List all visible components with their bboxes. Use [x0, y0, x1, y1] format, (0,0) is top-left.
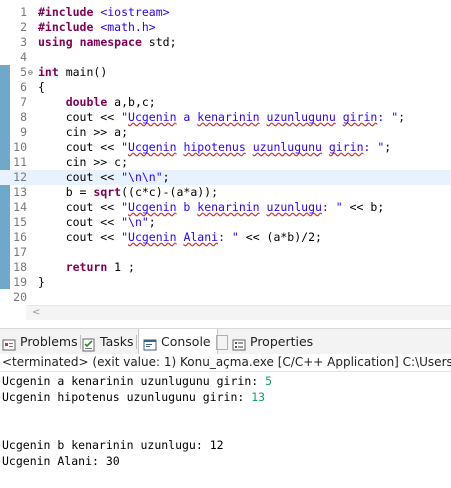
code-text: #include <math.h> — [38, 20, 156, 34]
console-user-input: 13 — [251, 390, 266, 404]
code-line[interactable]: 1 #include <iostream> — [0, 5, 451, 20]
fold-toggle-icon[interactable]: ⊖ — [28, 65, 33, 80]
tab-properties-label: Properties — [250, 334, 314, 349]
console-line: Ucgenin hipotenus uzunlugunu girin: 13 — [2, 390, 266, 404]
line-number: 18 — [13, 260, 27, 274]
tab-console-label: Console — [161, 334, 211, 349]
code-line[interactable]: 8 cout << "Ucgenin a kenarinin uzunlugun… — [0, 110, 451, 125]
line-number: 10 — [13, 140, 27, 154]
terminated-status-text: <terminated> (exit value: 1) Konu_açma.e… — [2, 355, 451, 369]
code-text: b = sqrt((c*c)-(a*a)); — [38, 185, 219, 199]
console-line: Ucgenin a kenarinin uzunlugunu girin: 5 — [2, 374, 273, 388]
code-line[interactable]: 15 cout << "\n"; — [0, 215, 451, 230]
code-line[interactable]: 6{ — [0, 80, 451, 95]
code-line[interactable]: 18 return 1 ; — [0, 260, 451, 275]
code-text: double a,b,c; — [65, 95, 156, 109]
tasks-icon — [82, 335, 96, 351]
code-text: cin >> a; — [38, 125, 129, 139]
code-line[interactable]: 17 — [0, 245, 451, 260]
code-text: cout << "Ucgenin a kenarinin uzunlugunu … — [38, 110, 406, 124]
line-number: 17 — [13, 245, 27, 259]
view-tab-bar: Problems Tasks Console Properties — [0, 328, 451, 356]
line-number: 6 — [20, 80, 27, 94]
code-text: cout << "\n\n"; — [38, 170, 170, 184]
tab-tasks[interactable]: Tasks — [82, 329, 137, 355]
code-line[interactable]: 13 b = sqrt((c*c)-(a*a)); — [0, 185, 451, 200]
view-menu-icon — [216, 335, 228, 350]
code-editor[interactable]: 1 #include <iostream> 2 #include <math.h> 3 u… — [0, 0, 451, 326]
line-number: 13 — [13, 185, 27, 199]
line-number: 2 — [20, 20, 27, 34]
code-text: int main() — [38, 65, 108, 79]
line-number: 8 — [20, 110, 27, 124]
code-text: cout << "Ucgenin hipotenus uzunlugunu gi… — [38, 140, 392, 154]
console-status-line: <terminated> (exit value: 1) Konu_açma.e… — [0, 354, 451, 372]
scroll-left-icon[interactable]: < — [32, 306, 40, 320]
code-text: cout << "\n"; — [38, 215, 156, 229]
line-number: 11 — [13, 155, 27, 169]
console-icon — [143, 335, 157, 350]
horizontal-scrollbar[interactable]: < — [26, 305, 451, 320]
line-number: 4 — [20, 50, 27, 64]
code-text: using namespace std; — [38, 35, 177, 49]
code-line[interactable]: 3 using namespace std; — [0, 35, 451, 50]
code-line[interactable]: 5 ⊖ int main() — [0, 65, 451, 80]
line-number: 20 — [13, 290, 27, 304]
line-number: 14 — [13, 200, 27, 214]
code-line[interactable]: 19} — [0, 275, 451, 290]
code-text: #include <iostream> — [38, 5, 170, 19]
code-line[interactable]: 14 cout << "Ucgenin b kenarinin uzunlugu… — [0, 200, 451, 215]
code-text: } — [38, 275, 45, 289]
line-number: 3 — [20, 35, 27, 49]
line-number: 19 — [13, 275, 27, 289]
line-number: 7 — [20, 95, 27, 109]
console-user-input: 5 — [265, 374, 273, 388]
tab-tasks-label: Tasks — [100, 334, 134, 349]
code-line[interactable]: 11 cin >> c; — [0, 155, 451, 170]
properties-icon — [232, 335, 246, 350]
code-line[interactable]: 2 #include <math.h> — [0, 20, 451, 35]
code-text: cout << "Ucgenin b kenarinin uzunlugu: "… — [38, 200, 385, 214]
line-number: 15 — [13, 215, 27, 229]
code-line[interactable]: 16 cout << "Ucgenin Alani: " << (a*b)/2; — [0, 230, 451, 245]
code-text: { — [38, 80, 45, 94]
code-text: cout << "Ucgenin Alani: " << (a*b)/2; — [38, 230, 322, 244]
code-text: cin >> c; — [38, 155, 129, 169]
tab-properties[interactable]: Properties — [232, 329, 313, 355]
code-line[interactable]: 7 double a,b,c; — [0, 95, 451, 110]
console-line: Ucgenin Alani: 30 — [2, 454, 120, 468]
code-line[interactable]: 12 cout << "\n\n"; — [0, 170, 451, 185]
code-line[interactable]: 4 — [0, 50, 451, 65]
line-number: 9 — [20, 125, 27, 139]
line-number: 16 — [13, 230, 27, 244]
line-number: 1 — [20, 5, 27, 19]
code-line[interactable]: 20 — [0, 290, 451, 305]
code-text: return 1 ; — [65, 260, 135, 274]
tab-console[interactable]: Console — [138, 329, 218, 356]
line-number: 5 — [20, 65, 27, 79]
tab-problems[interactable]: Problems — [2, 329, 81, 355]
tab-problems-label: Problems — [20, 334, 78, 349]
code-line[interactable]: 10 cout << "Ucgenin hipotenus uzunlugunu… — [0, 140, 451, 155]
line-number: 12 — [13, 170, 27, 184]
console-line: Ucgenin b kenarinin uzunlugu: 12 — [2, 438, 224, 452]
close-view-button[interactable] — [216, 329, 228, 355]
problems-icon — [2, 335, 16, 350]
code-line[interactable]: 9 cin >> a; — [0, 125, 451, 140]
console-output[interactable]: Ucgenin a kenarinin uzunlugunu girin: 5 U… — [0, 372, 451, 488]
